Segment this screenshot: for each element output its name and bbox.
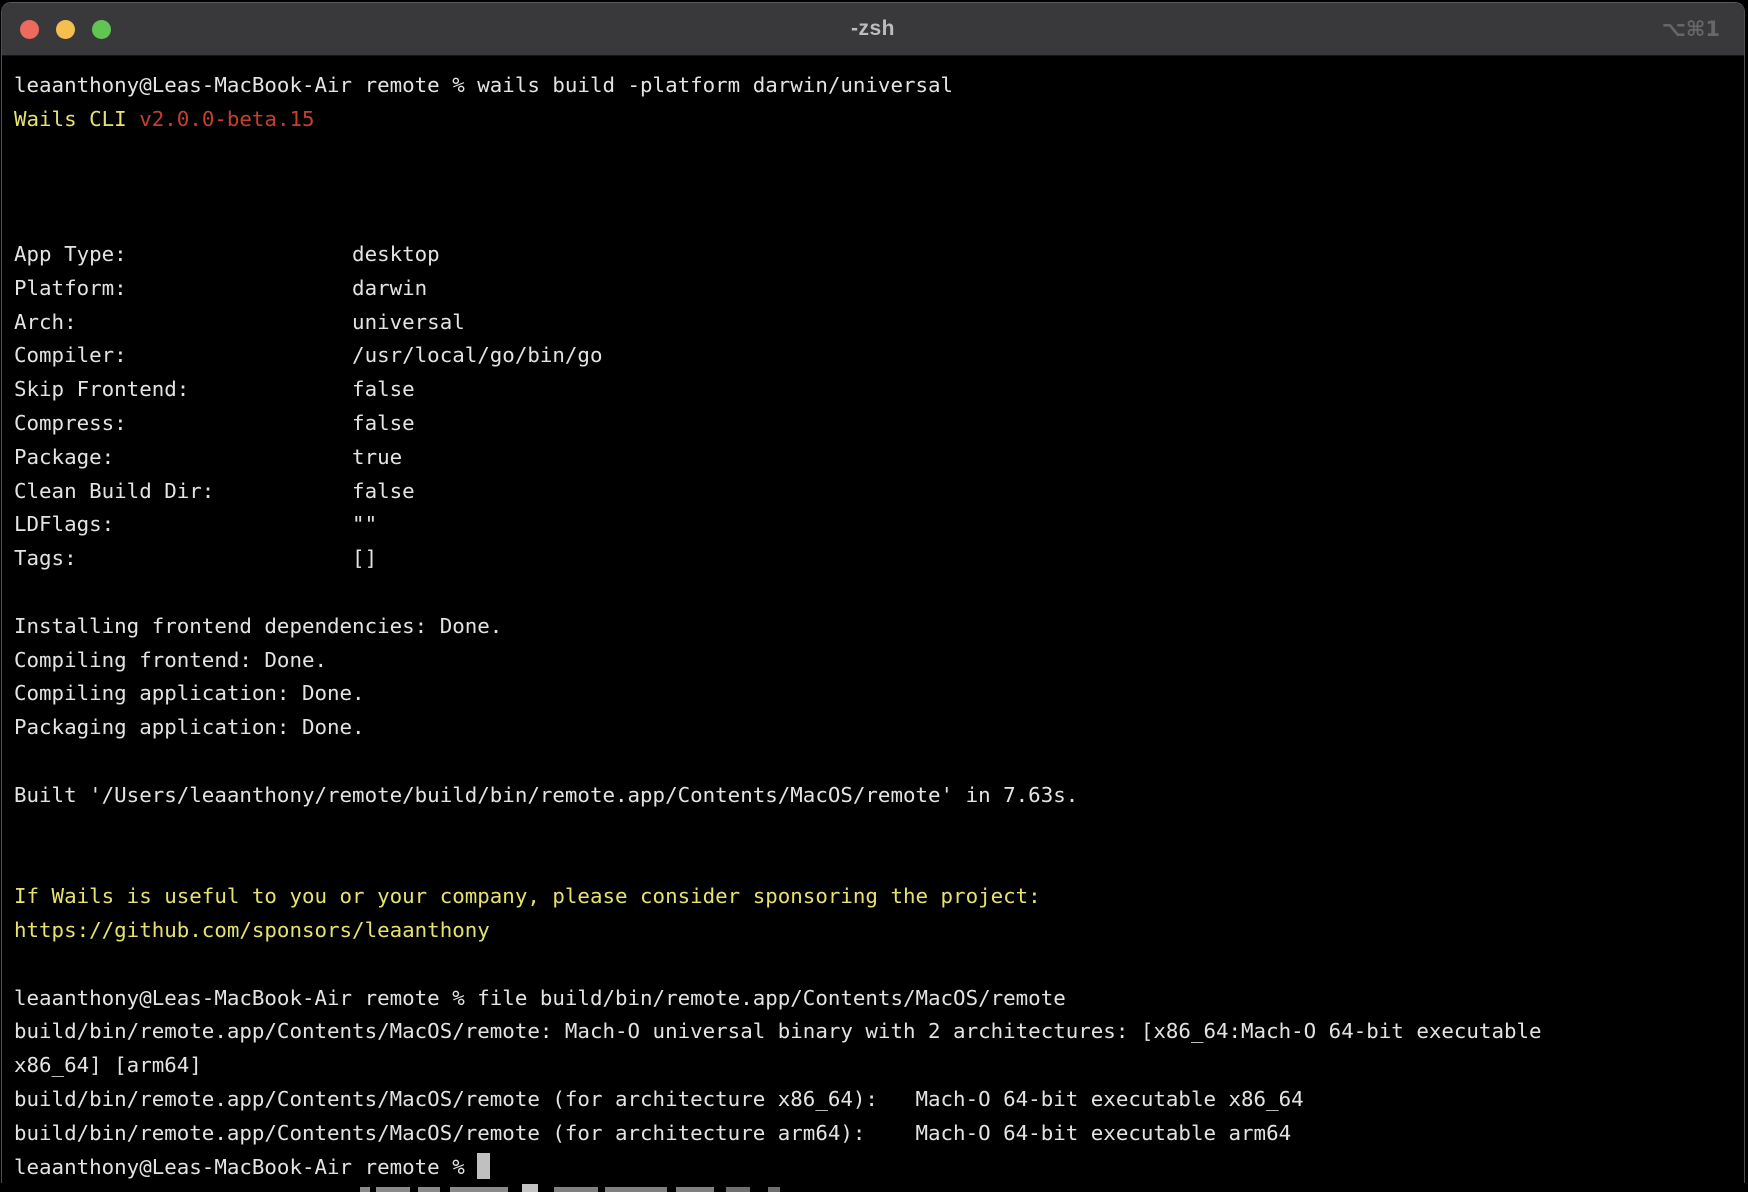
terminal-line: LDFlags: "" (14, 508, 1732, 542)
terminal-line: Packaging application: Done. (14, 711, 1732, 745)
terminal-line: Package: true (14, 441, 1732, 475)
terminal-line (14, 170, 1732, 204)
tab-shortcut-label: ⌥⌘1 (1662, 3, 1720, 55)
terminal-line: App Type: desktop (14, 238, 1732, 272)
terminal-window: -zsh ⌥⌘1 leaanthony@Leas-MacBook-Air rem… (1, 2, 1745, 1184)
terminal-line (14, 948, 1732, 982)
terminal-line (14, 846, 1732, 880)
terminal-line: https://github.com/sponsors/leaanthony (14, 914, 1732, 948)
terminal-line: build/bin/remote.app/Contents/MacOS/remo… (14, 1083, 1732, 1117)
terminal-line: Built '/Users/leaanthony/remote/build/bi… (14, 779, 1732, 813)
title-bar[interactable]: -zsh ⌥⌘1 (2, 3, 1744, 56)
terminal-line: leaanthony@Leas-MacBook-Air remote % (14, 1151, 1732, 1185)
terminal-line: Installing frontend dependencies: Done. (14, 610, 1732, 644)
terminal-line: Clean Build Dir: false (14, 475, 1732, 509)
terminal-line: If Wails is useful to you or your compan… (14, 880, 1732, 914)
terminal-line: Platform: darwin (14, 272, 1732, 306)
terminal-line (14, 576, 1732, 610)
terminal-line (14, 813, 1732, 847)
terminal-line: leaanthony@Leas-MacBook-Air remote % wai… (14, 69, 1732, 103)
terminal-line: leaanthony@Leas-MacBook-Air remote % fil… (14, 982, 1732, 1016)
terminal-line: build/bin/remote.app/Contents/MacOS/remo… (14, 1117, 1732, 1151)
terminal-line: Tags: [] (14, 542, 1732, 576)
terminal-line: Compiler: /usr/local/go/bin/go (14, 339, 1732, 373)
window-title: -zsh (2, 3, 1744, 55)
block-cursor (477, 1153, 490, 1179)
terminal-line: Compress: false (14, 407, 1732, 441)
terminal-line (14, 137, 1732, 171)
terminal-line: Compiling frontend: Done. (14, 644, 1732, 678)
terminal-line (14, 204, 1732, 238)
terminal-line: Skip Frontend: false (14, 373, 1732, 407)
terminal-line: build/bin/remote.app/Contents/MacOS/remo… (14, 1015, 1732, 1049)
terminal-line: x86_64] [arm64] (14, 1049, 1732, 1083)
terminal-line: Arch: universal (14, 306, 1732, 340)
terminal-line: Wails CLI v2.0.0-beta.15 (14, 103, 1732, 137)
background-window-text-sliver (0, 1183, 1748, 1192)
terminal-line (14, 745, 1732, 779)
terminal-screen[interactable]: leaanthony@Leas-MacBook-Air remote % wai… (2, 56, 1744, 1184)
terminal-line: Compiling application: Done. (14, 677, 1732, 711)
